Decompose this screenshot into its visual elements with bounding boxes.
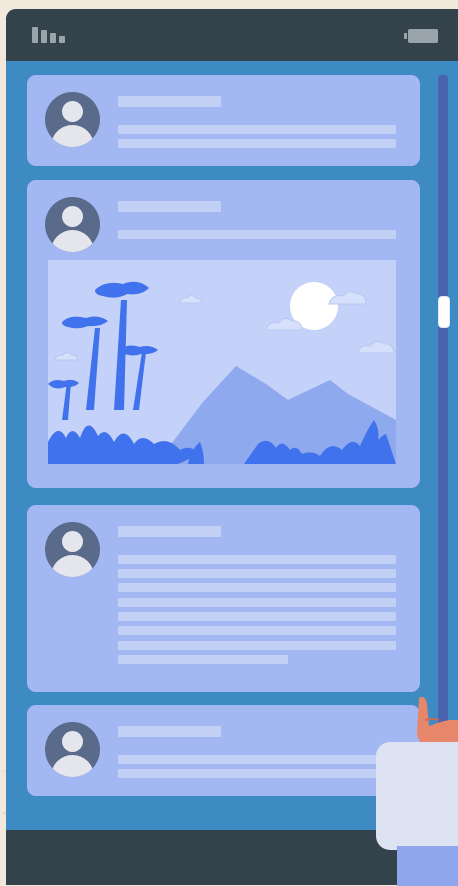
user-avatar-icon[interactable] xyxy=(45,92,100,147)
scrollbar-thumb[interactable] xyxy=(438,296,450,328)
post-text-line-placeholder xyxy=(118,641,396,650)
sticky-note-shadow xyxy=(397,846,458,886)
post-text-line-placeholder xyxy=(118,583,396,592)
user-avatar-icon[interactable] xyxy=(45,197,100,252)
user-avatar-icon[interactable] xyxy=(45,722,100,777)
hand-icon xyxy=(417,696,458,744)
signal-icon xyxy=(32,27,72,43)
feed-post-card[interactable] xyxy=(27,705,420,796)
post-text-line-placeholder xyxy=(118,598,396,607)
post-text-line-placeholder xyxy=(118,555,396,564)
landscape-image-icon[interactable] xyxy=(48,260,396,464)
post-author-placeholder xyxy=(118,726,221,737)
post-text-line-placeholder xyxy=(118,125,396,134)
feed-post-card[interactable] xyxy=(27,75,420,166)
status-bar xyxy=(6,9,458,61)
paper-speck xyxy=(2,770,4,772)
post-author-placeholder xyxy=(118,526,221,537)
post-text-line-placeholder xyxy=(118,769,396,778)
user-avatar-icon[interactable] xyxy=(45,522,100,577)
feed-post-card[interactable] xyxy=(27,180,420,488)
post-author-placeholder xyxy=(118,201,221,212)
post-text-line-placeholder xyxy=(118,230,396,239)
post-text-line-placeholder xyxy=(118,569,396,578)
sticky-note xyxy=(376,742,458,850)
feed-post-card[interactable] xyxy=(27,505,420,692)
battery-icon xyxy=(404,29,438,43)
post-text-line-placeholder xyxy=(118,655,288,664)
post-author-placeholder xyxy=(118,96,221,107)
post-text-line-placeholder xyxy=(118,755,396,764)
post-text-line-placeholder xyxy=(118,139,396,148)
post-text-line-placeholder xyxy=(118,626,396,635)
post-text-line-placeholder xyxy=(118,612,396,621)
